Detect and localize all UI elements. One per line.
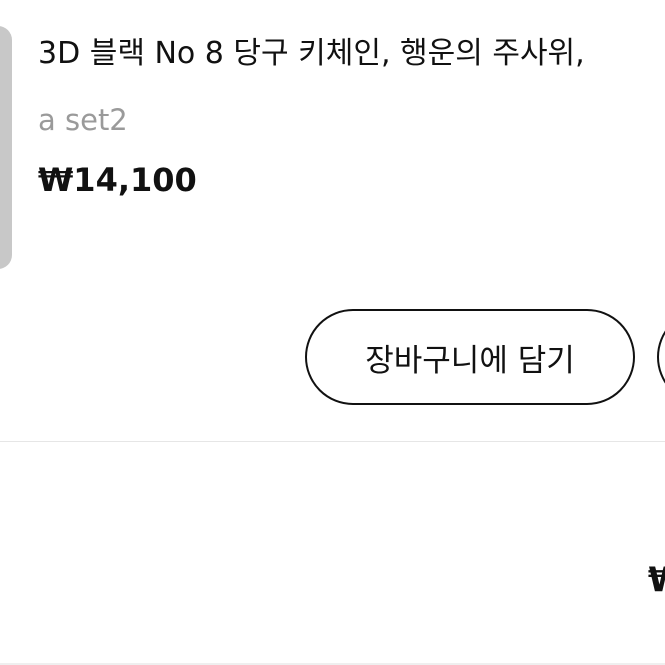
total-price-partial: ₩ [648,560,665,600]
section-divider [0,441,665,442]
add-to-cart-label: 장바구니에 담기 [365,342,575,379]
product-title[interactable]: 3D 블랙 No 8 당구 키체인, 행운의 주사위, [38,34,585,74]
add-to-cart-button[interactable]: 장바구니에 담기 [305,309,635,405]
product-price: ₩14,100 [38,161,197,199]
product-thumbnail[interactable] [0,26,12,269]
secondary-action-button[interactable] [657,309,665,405]
product-option: a set2 [38,103,128,137]
product-cart-screen: 3D 블랙 No 8 당구 키체인, 행운의 주사위, a set2 ₩14,1… [0,0,665,665]
